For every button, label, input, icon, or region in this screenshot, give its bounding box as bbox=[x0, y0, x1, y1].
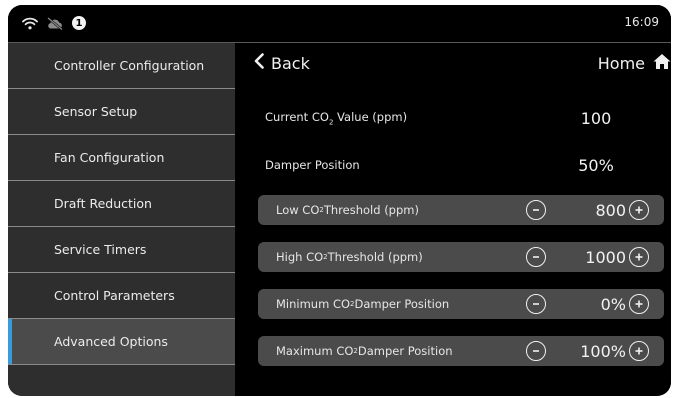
back-button[interactable]: Back bbox=[253, 53, 310, 73]
minus-icon bbox=[533, 350, 539, 352]
low-co2-threshold-value: 800 bbox=[595, 200, 626, 220]
sidebar-item-service-timers[interactable]: Service Timers bbox=[8, 227, 235, 273]
sidebar-item-controller-configuration[interactable]: Controller Configuration bbox=[8, 43, 235, 89]
high-co2-threshold-label: High CO 2 Threshold (ppm) bbox=[276, 250, 423, 264]
sidebar-menu: Controller Configuration Sensor Setup Fa… bbox=[8, 43, 235, 396]
sidebar-item-label: Controller Configuration bbox=[54, 58, 205, 73]
plus-icon bbox=[635, 253, 643, 261]
low-co2-threshold-label: Low CO 2 Threshold (ppm) bbox=[276, 203, 419, 217]
sidebar-item-label: Sensor Setup bbox=[54, 104, 138, 119]
damper-position-label: Damper Position bbox=[265, 158, 360, 172]
max-damper-position-row: Maximum CO 2 Damper Position 100% bbox=[258, 336, 664, 366]
current-co2-row: Current CO2 Value (ppm) 100 bbox=[265, 103, 651, 133]
plus-icon bbox=[635, 347, 643, 355]
plus-icon bbox=[635, 206, 643, 214]
device-screen: 1 16:09 Controller Configuration Sensor … bbox=[8, 5, 671, 396]
max-damper-position-value: 100% bbox=[580, 341, 626, 361]
sidebar-item-label: Advanced Options bbox=[54, 334, 168, 349]
minus-icon bbox=[533, 256, 539, 258]
increase-high-co2-button[interactable] bbox=[629, 247, 649, 267]
min-damper-position-value: 0% bbox=[600, 294, 626, 314]
high-co2-threshold-value: 1000 bbox=[585, 247, 626, 267]
status-icons: 1 bbox=[22, 14, 86, 32]
back-label: Back bbox=[271, 53, 310, 73]
min-damper-position-row: Minimum CO 2 Damper Position 0% bbox=[258, 289, 664, 319]
current-co2-label: Current CO2 Value (ppm) bbox=[265, 109, 408, 127]
low-co2-threshold-row: Low CO 2 Threshold (ppm) 800 bbox=[258, 195, 664, 225]
home-button[interactable]: Home bbox=[598, 53, 671, 74]
sidebar-item-fan-configuration[interactable]: Fan Configuration bbox=[8, 135, 235, 181]
minus-icon bbox=[533, 209, 539, 211]
decrease-min-damper-button[interactable] bbox=[526, 294, 546, 314]
min-damper-position-label: Minimum CO 2 Damper Position bbox=[276, 297, 450, 311]
decrease-max-damper-button[interactable] bbox=[526, 341, 546, 361]
sidebar-item-advanced-options[interactable]: Advanced Options bbox=[8, 319, 235, 365]
damper-position-value: 50% bbox=[578, 155, 614, 175]
max-damper-position-label: Maximum CO 2 Damper Position bbox=[276, 344, 453, 358]
wifi-icon bbox=[22, 17, 38, 30]
decrease-low-co2-button[interactable] bbox=[526, 200, 546, 220]
main-panel: Back Home Current CO2 Value (ppm) 100 Da… bbox=[235, 43, 671, 396]
increase-low-co2-button[interactable] bbox=[629, 200, 649, 220]
increase-min-damper-button[interactable] bbox=[629, 294, 649, 314]
sidebar-item-label: Draft Reduction bbox=[54, 196, 152, 211]
high-co2-threshold-row: High CO 2 Threshold (ppm) 1000 bbox=[258, 242, 664, 272]
cloud-off-icon bbox=[46, 16, 64, 30]
decrease-high-co2-button[interactable] bbox=[526, 247, 546, 267]
chevron-left-icon bbox=[253, 53, 265, 73]
sidebar-item-label: Control Parameters bbox=[54, 288, 175, 303]
current-co2-value: 100 bbox=[580, 108, 612, 128]
sidebar-item-draft-reduction[interactable]: Draft Reduction bbox=[8, 181, 235, 227]
sidebar-item-label: Fan Configuration bbox=[54, 150, 165, 165]
damper-position-row: Damper Position 50% bbox=[265, 150, 651, 180]
sidebar-item-control-parameters[interactable]: Control Parameters bbox=[8, 273, 235, 319]
sidebar-item-sensor-setup[interactable]: Sensor Setup bbox=[8, 89, 235, 135]
minus-icon bbox=[533, 303, 539, 305]
increase-max-damper-button[interactable] bbox=[629, 341, 649, 361]
plus-icon bbox=[635, 300, 643, 308]
home-icon bbox=[653, 53, 671, 74]
notification-badge[interactable]: 1 bbox=[72, 16, 86, 30]
status-bar: 1 16:09 bbox=[8, 5, 671, 42]
home-label: Home bbox=[597, 54, 645, 73]
sidebar-item-label: Service Timers bbox=[54, 242, 147, 257]
clock-time: 16:09 bbox=[624, 15, 659, 29]
